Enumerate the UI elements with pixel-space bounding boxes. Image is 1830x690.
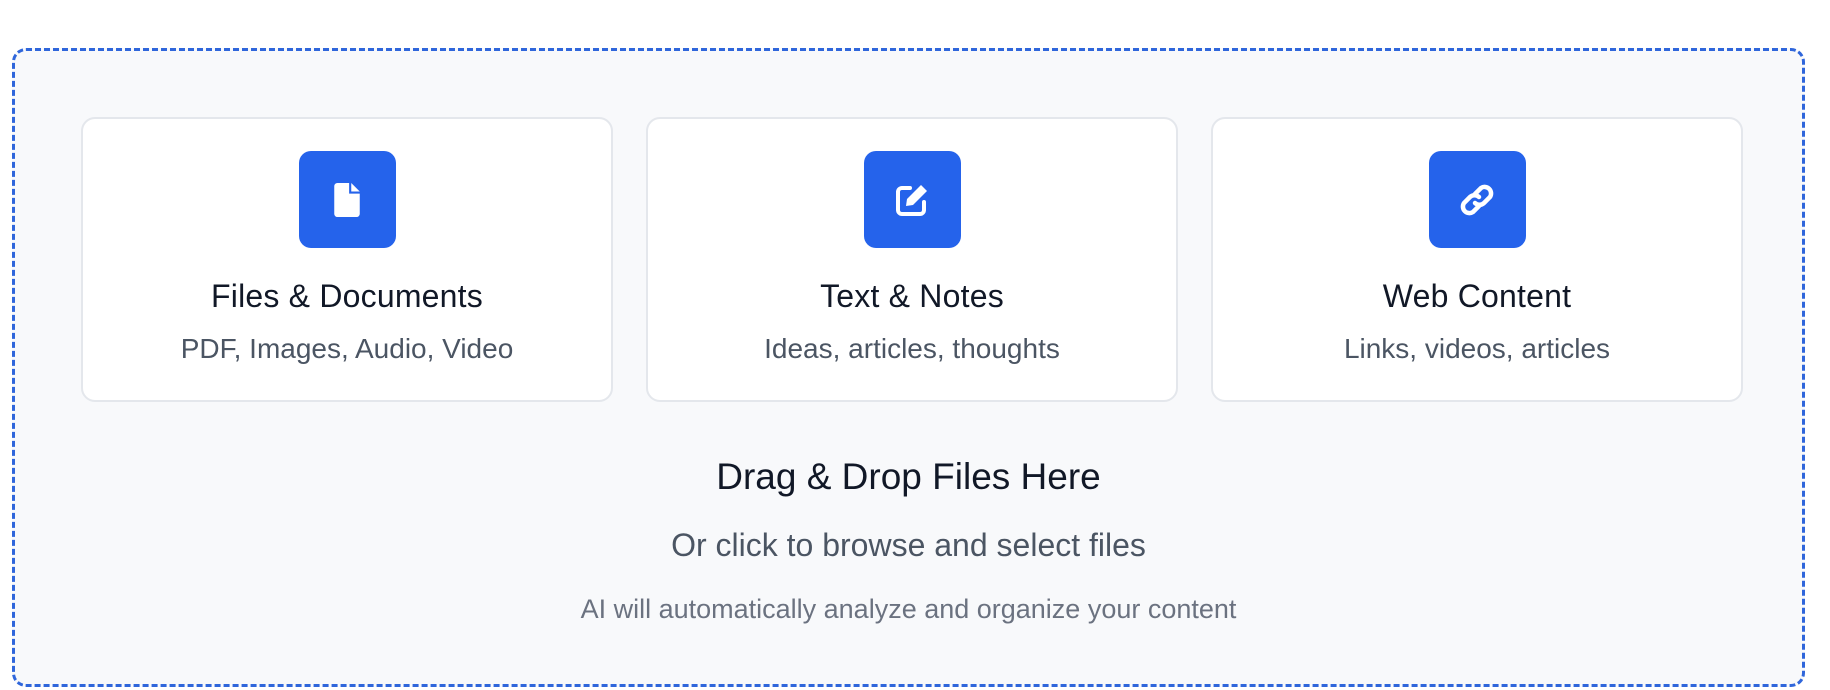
upload-type-cards: Files & Documents PDF, Images, Audio, Vi… (81, 117, 1743, 402)
card-subtitle: Links, videos, articles (1343, 333, 1611, 364)
file-icon (298, 151, 396, 248)
card-subtitle: PDF, Images, Audio, Video (180, 333, 514, 364)
card-title: Files & Documents (211, 278, 483, 314)
browse-files-link[interactable]: Or click to browse and select files (15, 527, 1802, 564)
link-icon (1428, 151, 1526, 248)
ai-analysis-note: AI will automatically analyze and organi… (580, 594, 1237, 624)
card-title: Web Content (1382, 278, 1572, 314)
dropzone-title: Drag & Drop Files Here (716, 456, 1101, 497)
card-web-content[interactable]: Web Content Links, videos, articles (1211, 117, 1743, 402)
card-text-notes[interactable]: Text & Notes Ideas, articles, thoughts (646, 117, 1178, 402)
card-title: Text & Notes (820, 278, 1004, 314)
card-files-documents[interactable]: Files & Documents PDF, Images, Audio, Vi… (81, 117, 613, 402)
card-subtitle: Ideas, articles, thoughts (764, 333, 1060, 364)
upload-dropzone[interactable]: Files & Documents PDF, Images, Audio, Vi… (12, 48, 1805, 687)
edit-icon (863, 151, 961, 248)
